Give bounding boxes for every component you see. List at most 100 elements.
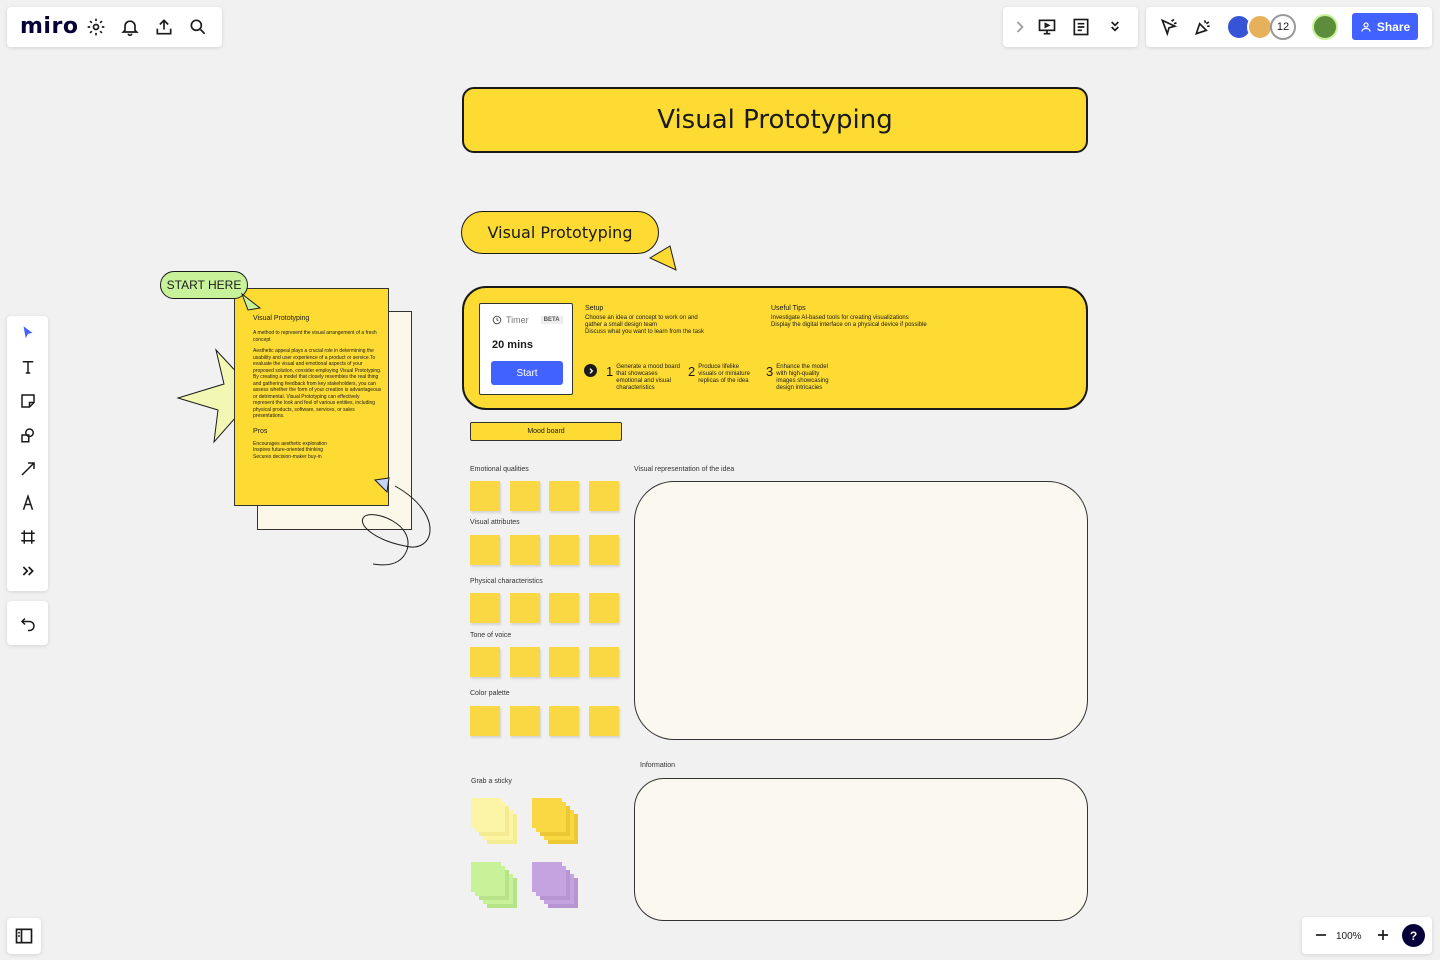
chevron-right-icon[interactable]	[1007, 14, 1033, 40]
sticky-note[interactable]	[470, 481, 500, 511]
sticky-note[interactable]	[470, 593, 500, 623]
setup-heading: Setup	[585, 305, 604, 312]
tips-heading: Useful Tips	[771, 305, 806, 312]
undo-icon[interactable]	[7, 606, 48, 640]
miro-logo[interactable]: miro	[20, 14, 78, 39]
doc-title: Visual Prototyping	[253, 315, 310, 322]
connector-tool-icon[interactable]	[7, 452, 48, 486]
information-area[interactable]	[634, 778, 1088, 921]
sticky-note-tool-icon[interactable]	[7, 384, 48, 418]
timer-label: Timer	[506, 315, 529, 325]
curly-line-decoration	[362, 477, 431, 566]
sticky-stack-light-yellow[interactable]	[471, 798, 523, 850]
start-pointer-icon	[240, 292, 262, 311]
sticky-note[interactable]	[549, 706, 579, 736]
doc-pros-heading: Pros	[253, 427, 268, 435]
step-text: Generate a mood board that showcases emo…	[616, 364, 680, 391]
clock-icon	[492, 315, 502, 325]
sticky-note[interactable]	[589, 706, 619, 736]
sticky-stack-yellow[interactable]	[532, 798, 584, 850]
sticky-note[interactable]	[510, 593, 540, 623]
step-number: 1	[606, 364, 614, 379]
doc-body: Aesthetic appeal plays a crucial role in…	[253, 348, 382, 419]
row-label: Physical characteristics	[470, 578, 543, 585]
sticky-stack-green[interactable]	[471, 862, 523, 914]
tips-section: Useful Tips Investigate AI-based tools f…	[771, 305, 1011, 329]
sticky-note[interactable]	[510, 706, 540, 736]
share-label: Share	[1376, 19, 1411, 34]
sticky-note[interactable]	[510, 535, 540, 565]
timer-duration: 20 mins	[492, 339, 533, 351]
sticky-note[interactable]	[589, 481, 619, 511]
zoom-level[interactable]: 100%	[1336, 931, 1362, 942]
sticky-note[interactable]	[549, 481, 579, 511]
doc-pro-item: Secures decision-maker buy-in	[253, 453, 322, 460]
sticky-note[interactable]	[589, 593, 619, 623]
instruction-card[interactable]: Timer BETA 20 mins Start Setup Choose an…	[462, 286, 1088, 410]
sticky-note[interactable]	[549, 593, 579, 623]
sticky-note[interactable]	[589, 647, 619, 677]
presentation-icon[interactable]	[1034, 14, 1060, 40]
template-name-pill[interactable]: Visual Prototyping	[461, 211, 659, 254]
mood-board-button[interactable]: Mood board	[470, 422, 622, 441]
row-label: Color palette	[470, 690, 510, 697]
setup-section: Setup Choose an idea or concept to work …	[585, 305, 745, 336]
start-here-pill[interactable]: START HERE	[160, 271, 248, 299]
sticky-note[interactable]	[510, 481, 540, 511]
sticky-note[interactable]	[470, 535, 500, 565]
expand-more-icon[interactable]	[1102, 14, 1128, 40]
timer-start-button[interactable]: Start	[491, 361, 563, 385]
beta-badge: BETA	[540, 316, 563, 324]
search-icon[interactable]	[185, 14, 211, 40]
visual-representation-area[interactable]	[634, 481, 1088, 740]
settings-icon[interactable]	[83, 14, 109, 40]
tips-line: Investigate AI-based tools for creating …	[771, 315, 909, 321]
sidebar-toggle-icon[interactable]	[11, 923, 37, 949]
bell-icon[interactable]	[117, 14, 143, 40]
notes-icon[interactable]	[1068, 14, 1094, 40]
step-3: 3 Enhance the model with high-quality im…	[766, 364, 836, 392]
timer-header: Timer BETA	[492, 315, 563, 325]
pen-tool-icon[interactable]	[7, 486, 48, 520]
play-arrow-icon	[584, 364, 597, 377]
doc-intro: A method to represent the visual arrange…	[253, 330, 377, 343]
sticky-note[interactable]	[549, 647, 579, 677]
sticky-stack-purple[interactable]	[532, 862, 584, 914]
sticky-note[interactable]	[470, 647, 500, 677]
row-label: Tone of voice	[470, 632, 512, 639]
cursor-reactions-icon[interactable]	[1156, 14, 1182, 40]
text-tool-icon[interactable]	[7, 350, 48, 384]
frame-tool-icon[interactable]	[7, 520, 48, 554]
celebrate-icon[interactable]	[1190, 14, 1216, 40]
step-1: 1 Generate a mood board that showcases e…	[606, 364, 682, 392]
timer-widget[interactable]: Timer BETA 20 mins Start	[479, 303, 573, 395]
board-title[interactable]: Visual Prototyping	[462, 87, 1088, 153]
presentation-toolbar	[1003, 7, 1138, 47]
select-tool-icon[interactable]	[7, 316, 48, 350]
collaboration-toolbar: 12 Share	[1146, 7, 1432, 47]
upload-icon[interactable]	[151, 14, 177, 40]
zoom-in-icon[interactable]	[1370, 922, 1396, 948]
step-2: 2 Produce lifelike visuals or miniature …	[688, 364, 758, 385]
share-button[interactable]: Share	[1352, 13, 1418, 40]
grab-sticky-label: Grab a sticky	[471, 778, 512, 785]
more-tools-icon[interactable]	[7, 554, 48, 588]
step-number: 2	[688, 364, 696, 379]
step-text: Produce lifelike visuals or miniature re…	[698, 364, 750, 384]
row-label: Visual attributes	[470, 519, 520, 526]
top-left-toolbar: miro	[7, 7, 222, 47]
sticky-note[interactable]	[589, 535, 619, 565]
help-button[interactable]: ?	[1402, 924, 1425, 947]
step-text: Enhance the model with high-quality imag…	[776, 364, 829, 391]
sticky-note[interactable]	[510, 647, 540, 677]
user-avatar[interactable]	[1312, 14, 1338, 40]
pointer-arrow-icon	[648, 245, 677, 271]
user-icon	[1360, 21, 1372, 33]
sticky-note[interactable]	[549, 535, 579, 565]
zoom-out-icon[interactable]	[1308, 922, 1334, 948]
tips-line: Display the digital interface on a physi…	[771, 322, 927, 328]
visual-representation-label: Visual representation of the idea	[634, 466, 735, 473]
shapes-tool-icon[interactable]	[7, 418, 48, 452]
sticky-note[interactable]	[470, 706, 500, 736]
collaborator-count-badge[interactable]: 12	[1270, 14, 1296, 40]
